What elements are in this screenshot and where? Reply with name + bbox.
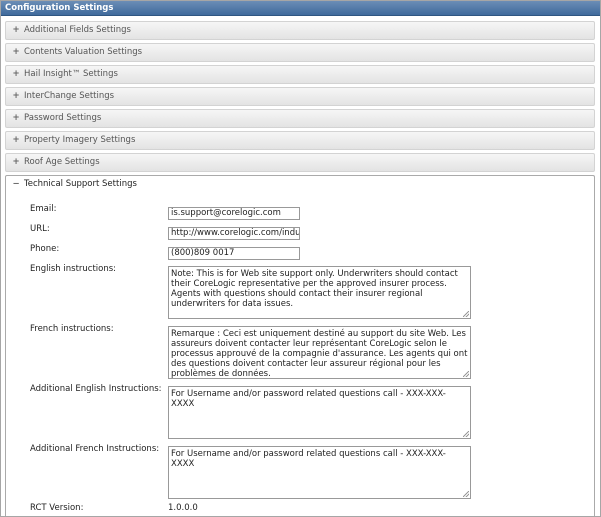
section-label: Contents Valuation Settings xyxy=(24,47,143,57)
additional-english-textarea[interactable]: For Username and/or password related que… xyxy=(168,386,471,439)
additional-english-text: For Username and/or password related que… xyxy=(171,389,446,409)
resize-grip-icon[interactable] xyxy=(463,491,469,497)
additional-english-label: Additional English Instructions: xyxy=(30,384,162,394)
french-instructions-label: French instructions: xyxy=(30,324,114,334)
expand-plus-icon: + xyxy=(12,25,20,35)
section-roof-age[interactable]: + Roof Age Settings xyxy=(5,153,595,172)
phone-label: Phone: xyxy=(30,244,60,254)
section-password[interactable]: + Password Settings xyxy=(5,109,595,128)
expand-plus-icon: + xyxy=(12,113,20,123)
additional-french-textarea[interactable]: For Username and/or password related que… xyxy=(168,446,471,499)
expand-plus-icon: + xyxy=(12,69,20,79)
french-instructions-textarea[interactable]: Remarque : Ceci est uniquement destiné a… xyxy=(168,326,471,379)
window-title: Configuration Settings xyxy=(1,1,600,16)
section-label: InterChange Settings xyxy=(24,91,115,101)
expand-plus-icon: + xyxy=(12,135,20,145)
section-interchange[interactable]: + InterChange Settings xyxy=(5,87,595,106)
url-field[interactable]: http://www.corelogic.com/industry xyxy=(168,227,300,240)
rct-version-label: RCT Version: xyxy=(30,503,84,513)
phone-field[interactable]: (800)809 0017 xyxy=(168,247,300,260)
english-instructions-textarea[interactable]: Note: This is for Web site support only.… xyxy=(168,266,471,319)
section-contents-valuation[interactable]: + Contents Valuation Settings xyxy=(5,43,595,62)
additional-french-label: Additional French Instructions: xyxy=(30,444,160,454)
section-label: Password Settings xyxy=(24,113,102,123)
section-label: Property Imagery Settings xyxy=(24,135,136,145)
section-label: Hail Insight™ Settings xyxy=(24,69,118,79)
technical-support-panel: Email: is.support@corelogic.com URL: htt… xyxy=(5,193,595,516)
configuration-settings-window: Configuration Settings + Additional Field… xyxy=(0,0,601,517)
resize-grip-icon[interactable] xyxy=(463,371,469,377)
english-instructions-text: Note: This is for Web site support only.… xyxy=(171,269,458,309)
section-property-imagery[interactable]: + Property Imagery Settings xyxy=(5,131,595,150)
expand-plus-icon: + xyxy=(12,91,20,101)
url-label: URL: xyxy=(30,224,50,234)
english-instructions-label: English instructions: xyxy=(30,264,117,274)
section-technical-support[interactable]: − Technical Support Settings xyxy=(5,175,595,193)
email-label: Email: xyxy=(30,204,57,214)
resize-grip-icon[interactable] xyxy=(463,431,469,437)
section-label: Technical Support Settings xyxy=(24,179,137,189)
email-field[interactable]: is.support@corelogic.com xyxy=(168,207,300,220)
settings-accordion: + Additional Fields Settings + Contents Va… xyxy=(5,21,595,516)
expand-plus-icon: + xyxy=(12,157,20,167)
section-label: Additional Fields Settings xyxy=(24,25,131,35)
resize-grip-icon[interactable] xyxy=(463,311,469,317)
rct-version-value: 1.0.0.0 xyxy=(168,503,198,513)
collapse-minus-icon: − xyxy=(12,179,20,189)
section-label: Roof Age Settings xyxy=(24,157,100,167)
section-additional-fields[interactable]: + Additional Fields Settings xyxy=(5,21,595,40)
french-instructions-text: Remarque : Ceci est uniquement destiné a… xyxy=(171,329,468,379)
section-hail-insight[interactable]: + Hail Insight™ Settings xyxy=(5,65,595,84)
additional-french-text: For Username and/or password related que… xyxy=(171,449,446,469)
expand-plus-icon: + xyxy=(12,47,20,57)
